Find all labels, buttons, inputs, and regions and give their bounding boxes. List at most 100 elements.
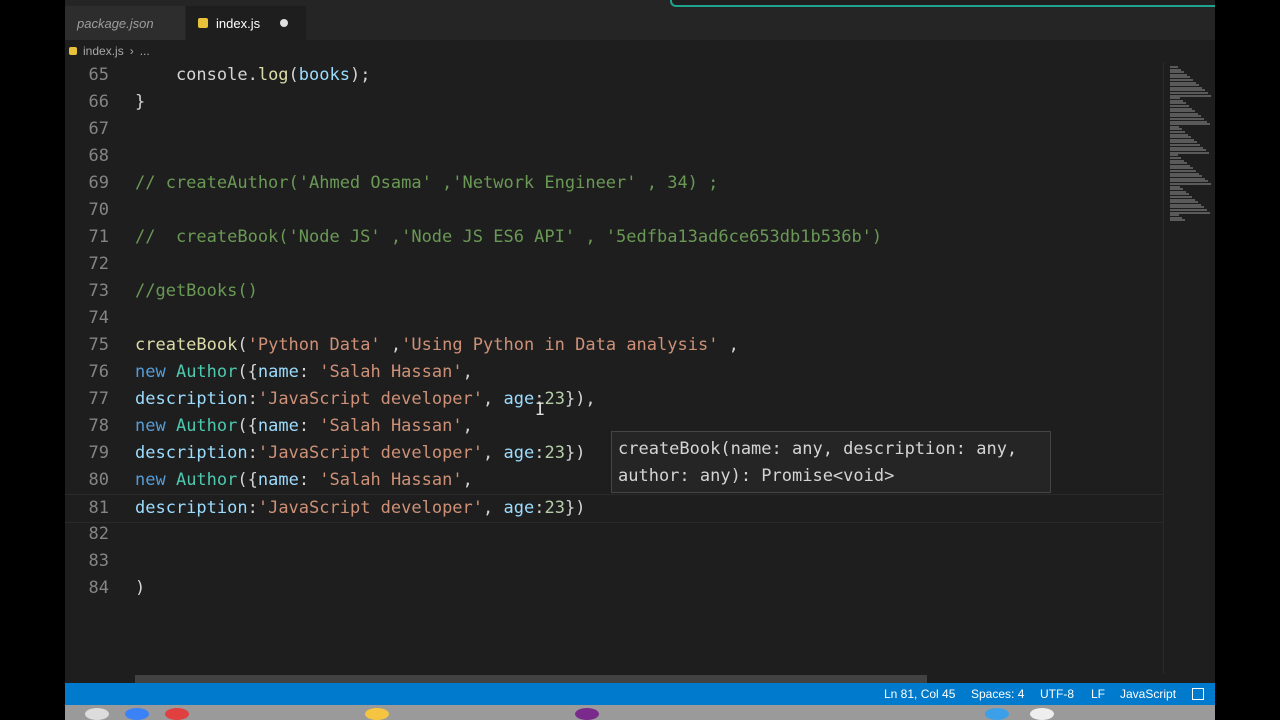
line-number: 71 — [88, 227, 109, 247]
code-text: description:'JavaScript developer', age:… — [135, 440, 585, 467]
code-token: : — [534, 443, 545, 463]
vscode-window: package.json index.js index.js › ... 65 … — [65, 0, 1215, 705]
code-token: 'Python Data' — [247, 335, 381, 355]
tab-package-json[interactable]: package.json — [65, 6, 185, 40]
code-line[interactable]: 72 — [65, 251, 1163, 278]
code-token: age — [503, 498, 535, 518]
line-number: 66 — [88, 92, 109, 112]
code-token: // createBook('Node JS' ,'Node JS ES6 AP… — [135, 227, 883, 247]
code-line[interactable]: 65 console.log(books); — [65, 62, 1163, 89]
code-text: createBook('Python Data' ,'Using Python … — [135, 332, 739, 359]
minimap[interactable] — [1163, 62, 1215, 674]
breadcrumb-more[interactable]: ... — [140, 44, 150, 58]
code-token: ({ — [237, 416, 258, 436]
code-token: 23 — [544, 498, 565, 518]
unsaved-dot-icon[interactable] — [280, 19, 288, 27]
code-token: Author — [175, 362, 238, 382]
code-token: 'JavaScript developer' — [257, 389, 484, 409]
cursor-position[interactable]: Ln 81, Col 45 — [884, 687, 955, 701]
dock-app-icon[interactable] — [985, 708, 1009, 720]
dock-app-icon[interactable] — [125, 708, 149, 720]
code-text: description:'JavaScript developer', age:… — [135, 495, 585, 522]
code-line[interactable]: 77 description:'JavaScript developer', ag… — [65, 386, 1163, 413]
code-token: , — [462, 362, 473, 382]
line-number: 84 — [88, 578, 109, 598]
text-cursor-icon: I — [535, 400, 546, 420]
code-line[interactable]: 82 — [65, 521, 1163, 548]
code-token: 'JavaScript developer' — [257, 498, 484, 518]
encoding[interactable]: UTF-8 — [1040, 687, 1074, 701]
code-token: }) — [564, 498, 586, 518]
code-token: : — [298, 362, 320, 382]
code-token: books — [298, 65, 350, 85]
dock-app-icon[interactable] — [365, 708, 389, 720]
line-number: 72 — [88, 254, 109, 274]
dock-app-icon[interactable] — [1030, 708, 1054, 720]
line-number: 83 — [88, 551, 109, 571]
code-token: 'Salah Hassan' — [319, 470, 463, 490]
code-line[interactable]: 81 description:'JavaScript developer', ag… — [65, 494, 1163, 523]
code-token: age — [503, 443, 535, 463]
code-token: ) — [135, 578, 146, 598]
code-token: : — [298, 416, 320, 436]
horizontal-scrollbar[interactable] — [135, 675, 927, 683]
code-token: : — [247, 498, 258, 518]
line-number: 68 — [88, 146, 109, 166]
tab-index-js[interactable]: index.js — [186, 6, 306, 40]
line-number: 80 — [88, 470, 109, 490]
code-line[interactable]: 73 //getBooks() — [65, 278, 1163, 305]
code-token: 'Salah Hassan' — [319, 362, 463, 382]
code-line[interactable]: 74 — [65, 305, 1163, 332]
code-line[interactable]: 75 createBook('Python Data' ,'Using Pytho… — [65, 332, 1163, 359]
code-token: } — [135, 92, 146, 112]
dock-app-icon[interactable] — [85, 708, 109, 720]
code-text: // createAuthor('Ahmed Osama' ,'Network … — [135, 170, 718, 197]
code-token: new — [135, 470, 176, 490]
end-of-line[interactable]: LF — [1091, 687, 1105, 701]
code-token: name — [257, 362, 299, 382]
code-token: Author — [175, 470, 238, 490]
line-number: 79 — [88, 443, 109, 463]
code-text: new Author({name: 'Salah Hassan', — [135, 413, 473, 440]
code-token: 'Using Python in Data analysis' — [401, 335, 719, 355]
code-token: console. — [135, 65, 258, 85]
code-line[interactable]: 76 new Author({name: 'Salah Hassan', — [65, 359, 1163, 386]
code-token: description — [135, 389, 248, 409]
code-token: name — [257, 470, 299, 490]
code-line[interactable]: 83 — [65, 548, 1163, 575]
feedback-icon[interactable] — [1192, 688, 1204, 700]
code-token: , — [718, 335, 739, 355]
breadcrumb-file[interactable]: index.js — [83, 44, 124, 58]
code-line[interactable]: 70 — [65, 197, 1163, 224]
code-token: ({ — [237, 470, 258, 490]
code-text: console.log(books); — [135, 62, 371, 89]
code-token: log — [257, 65, 289, 85]
dock-app-icon[interactable] — [575, 708, 599, 720]
code-token: //getBooks() — [135, 281, 258, 301]
code-token: // createAuthor('Ahmed Osama' ,'Network … — [135, 173, 719, 193]
code-token: : — [534, 498, 545, 518]
language-mode[interactable]: JavaScript — [1120, 687, 1176, 701]
line-number: 82 — [88, 524, 109, 544]
code-line[interactable]: 71 // createBook('Node JS' ,'Node JS ES6 … — [65, 224, 1163, 251]
right-letterbox — [1215, 0, 1280, 720]
line-number: 77 — [88, 389, 109, 409]
code-text: //getBooks() — [135, 278, 258, 305]
code-token: 23 — [544, 443, 565, 463]
code-line[interactable]: 67 — [65, 116, 1163, 143]
code-text: description:'JavaScript developer', age:… — [135, 386, 596, 413]
code-line[interactable]: 66} — [65, 89, 1163, 116]
code-text: // createBook('Node JS' ,'Node JS ES6 AP… — [135, 224, 882, 251]
code-token: , — [483, 443, 504, 463]
code-token: , — [483, 498, 504, 518]
tab-label: package.json — [77, 15, 154, 31]
code-line[interactable]: 68 — [65, 143, 1163, 170]
code-line[interactable]: 84) — [65, 575, 1163, 602]
dock-app-icon[interactable] — [165, 708, 189, 720]
code-token: description — [135, 498, 248, 518]
line-number: 78 — [88, 416, 109, 436]
code-line[interactable]: 69 // createAuthor('Ahmed Osama' ,'Networ… — [65, 170, 1163, 197]
indentation[interactable]: Spaces: 4 — [971, 687, 1024, 701]
left-letterbox — [0, 0, 65, 720]
code-editor[interactable]: 65 console.log(books); 66} 67 68 69// create… — [65, 62, 1163, 674]
